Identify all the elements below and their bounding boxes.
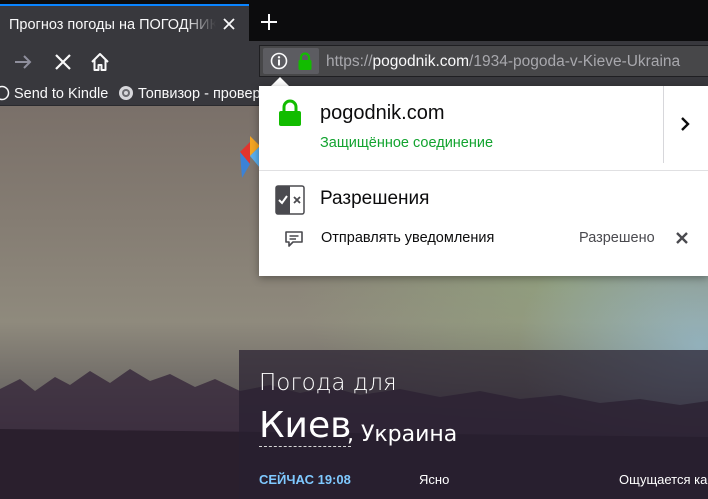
identity-box[interactable] — [263, 48, 319, 74]
chevron-right-icon — [681, 117, 690, 131]
tab-title: Прогноз погоды на ПОГОДНИК — [9, 17, 216, 33]
security-details-button[interactable] — [663, 86, 708, 163]
url-host: pogodnik.com — [372, 53, 470, 70]
popup-host: pogodnik.com — [320, 102, 445, 124]
bookmark-label: Send to Kindle — [14, 86, 109, 102]
url-path: /1934-pogoda-v-Kieve-Ukraina — [469, 53, 681, 70]
lock-icon — [298, 52, 312, 70]
country-label: , Украина — [347, 422, 458, 447]
permissions-icon — [275, 185, 305, 215]
info-icon — [270, 52, 288, 70]
weather-condition: Ясно — [419, 472, 450, 487]
permissions-title: Разрешения — [320, 188, 430, 209]
connection-status: Защищённое соединение — [320, 135, 494, 151]
bookmark-topvisor[interactable]: Топвизор - провер — [118, 85, 261, 102]
site-logo — [240, 136, 260, 178]
tab-active[interactable]: Прогноз погоды на ПОГОДНИК — [0, 4, 249, 41]
url-bar[interactable]: https://pogodnik.com/1934-pogoda-v-Kieve… — [259, 45, 708, 77]
nav-toolbar: https://pogodnik.com/1934-pogoda-v-Kieve… — [0, 41, 708, 81]
site-identity-popup: pogodnik.com Защищённое соединение Разре… — [259, 86, 708, 276]
popup-divider — [259, 170, 708, 171]
kindle-icon — [0, 85, 10, 101]
url-prefix: https:// — [326, 53, 373, 70]
forward-icon[interactable] — [12, 51, 34, 73]
secure-lock-icon — [279, 99, 301, 126]
home-icon[interactable] — [89, 51, 111, 73]
clear-permission-icon[interactable] — [675, 231, 689, 245]
tab-strip: Прогноз погоды на ПОГОДНИК — [0, 0, 708, 41]
url-text[interactable]: https://pogodnik.com/1934-pogoda-v-Kieve… — [326, 53, 680, 71]
notification-permission-label: Отправлять уведомления — [321, 230, 495, 246]
globe-icon — [119, 86, 133, 100]
notification-permission-state: Разрешено — [579, 230, 655, 246]
bookmark-label: Топвизор - провер — [138, 86, 261, 102]
bookmark-send-to-kindle[interactable]: Send to Kindle — [0, 85, 108, 102]
now-time: СЕЙЧАС 19:08 — [259, 472, 351, 487]
new-tab-button[interactable] — [258, 11, 280, 33]
weather-panel: Погода для Киев , Украина СЕЙЧАС 19:08 Я… — [239, 350, 708, 499]
feels-like: Ощущается как — [619, 472, 708, 487]
weather-title: Погода для — [259, 370, 397, 396]
city-selector[interactable]: Киев — [259, 406, 352, 447]
tab-close-icon[interactable] — [221, 16, 237, 32]
stop-icon[interactable] — [52, 51, 74, 73]
notification-icon — [285, 231, 303, 247]
